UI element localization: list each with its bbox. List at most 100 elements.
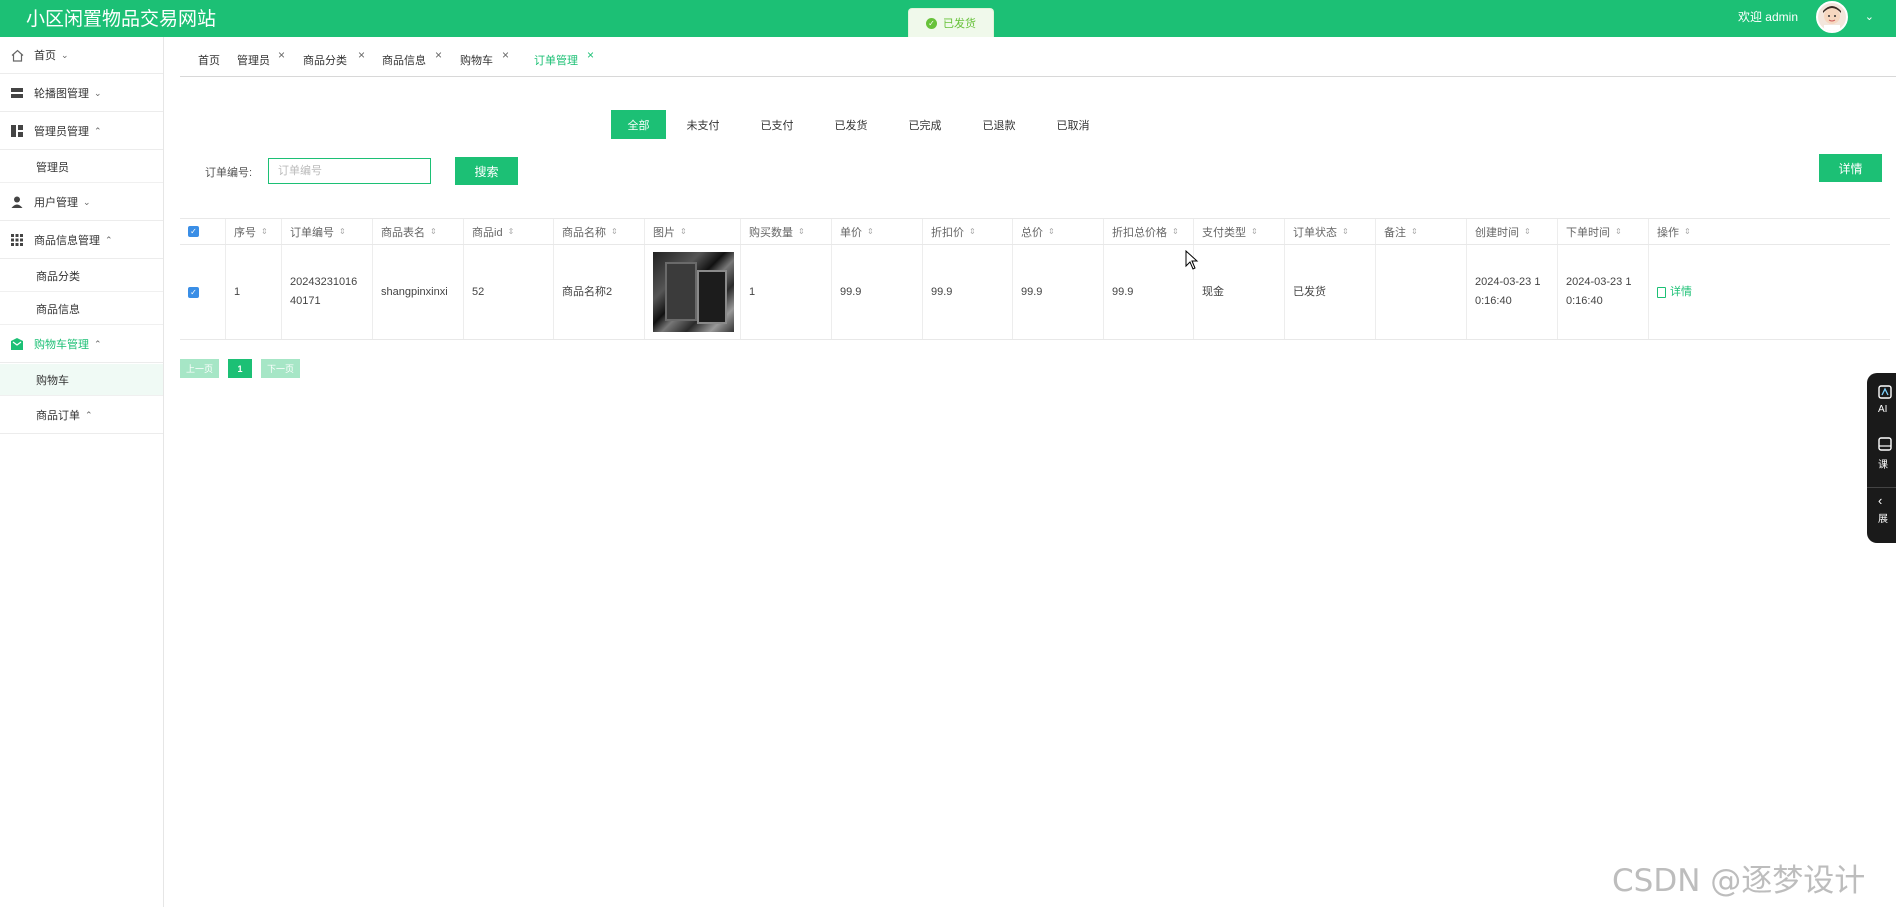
column-header[interactable]: 商品id ⇕ bbox=[463, 219, 553, 244]
expand-tool-label: 展 bbox=[1878, 514, 1888, 525]
course-tool-button[interactable]: 课 bbox=[1878, 437, 1896, 471]
column-header[interactable]: 折扣总价格 ⇕ bbox=[1103, 219, 1193, 244]
status-tab-cancelled[interactable]: 已取消 bbox=[1036, 110, 1110, 139]
column-header[interactable]: 下单时间 ⇕ bbox=[1557, 219, 1648, 244]
table-row[interactable]: ✓ 1 20243231016 40171 shangpinxinxi 52 商… bbox=[180, 245, 1890, 340]
sidebar-item-label: 购物车管理 bbox=[34, 339, 89, 351]
sidebar-subitem-cart[interactable]: 购物车 bbox=[0, 364, 163, 396]
select-all-checkbox[interactable]: ✓ bbox=[188, 226, 199, 237]
column-header[interactable]: 订单状态 ⇕ bbox=[1284, 219, 1375, 244]
status-tab-completed[interactable]: 已完成 bbox=[888, 110, 962, 139]
tab-goods-category[interactable]: 商品分类 × bbox=[303, 48, 365, 68]
sort-icon[interactable]: ⇕ bbox=[261, 227, 268, 236]
sort-icon[interactable]: ⇕ bbox=[611, 227, 618, 236]
sort-icon[interactable]: ⇕ bbox=[508, 227, 515, 236]
column-header[interactable]: 折扣价 ⇕ bbox=[922, 219, 1012, 244]
tab-order-manage[interactable]: 订单管理 × bbox=[534, 48, 594, 68]
row-checkbox[interactable]: ✓ bbox=[188, 286, 199, 298]
sort-icon[interactable]: ⇕ bbox=[430, 227, 437, 236]
chevron-down-icon[interactable]: ⌄ bbox=[1865, 10, 1874, 23]
column-header[interactable]: 订单编号 ⇕ bbox=[281, 219, 372, 244]
sidebar-item-goods-order[interactable]: 商品订单 ⌃ bbox=[0, 397, 163, 434]
column-header[interactable]: 序号 ⇕ bbox=[225, 219, 281, 244]
sidebar-item-goods-manage[interactable]: 商品信息管理 ⌃ bbox=[0, 222, 163, 259]
close-icon[interactable]: × bbox=[278, 48, 285, 62]
sidebar-item-user-manage[interactable]: 用户管理 ⌄ bbox=[0, 184, 163, 221]
book-icon bbox=[1878, 437, 1892, 451]
column-header[interactable]: 商品表名 ⇕ bbox=[372, 219, 463, 244]
close-icon[interactable]: × bbox=[435, 48, 442, 62]
order-no-input[interactable] bbox=[268, 158, 431, 184]
page-number-button[interactable]: 1 bbox=[228, 359, 252, 378]
status-tab-all[interactable]: 全部 bbox=[611, 110, 666, 139]
column-header[interactable]: 单价 ⇕ bbox=[831, 219, 922, 244]
sort-icon[interactable]: ⇕ bbox=[1251, 227, 1258, 236]
detail-button[interactable]: 详情 bbox=[1819, 154, 1882, 182]
sort-icon[interactable]: ⇕ bbox=[1411, 227, 1418, 236]
tab-goods-info[interactable]: 商品信息 × bbox=[382, 48, 442, 68]
cell-quantity: 1 bbox=[740, 245, 831, 339]
status-tab-shipped[interactable]: 已发货 bbox=[814, 110, 888, 139]
sidebar-item-label: 商品信息管理 bbox=[34, 235, 100, 247]
chevron-down-icon: ⌄ bbox=[83, 196, 91, 207]
check-circle-icon: ✓ bbox=[926, 17, 937, 29]
next-page-button[interactable]: 下一页 bbox=[261, 359, 300, 378]
search-button[interactable]: 搜索 bbox=[455, 157, 518, 185]
column-header[interactable]: 操作 ⇕ bbox=[1648, 219, 1890, 244]
tab-label: 首页 bbox=[198, 55, 220, 67]
column-header[interactable]: 备注 ⇕ bbox=[1375, 219, 1466, 244]
status-tab-paid[interactable]: 已支付 bbox=[740, 110, 814, 139]
sort-icon[interactable]: ⇕ bbox=[1342, 227, 1349, 236]
header-label: 折扣价 bbox=[931, 226, 964, 239]
time-line: 0:16:40 bbox=[1566, 295, 1603, 307]
sidebar-item-home[interactable]: 首页 ⌄ bbox=[0, 37, 163, 74]
prev-page-button[interactable]: 上一页 bbox=[180, 359, 219, 378]
sidebar-subitem-admin[interactable]: 管理员 bbox=[0, 151, 163, 183]
header-label: 备注 bbox=[1384, 226, 1406, 239]
column-header[interactable]: 支付类型 ⇕ bbox=[1193, 219, 1284, 244]
time-line: 2024-03-23 1 bbox=[1475, 276, 1541, 288]
sidebar-subitem-goods-category[interactable]: 商品分类 bbox=[0, 260, 163, 292]
expand-tool-button[interactable]: ‹ 展 bbox=[1878, 493, 1896, 525]
close-icon[interactable]: × bbox=[358, 48, 365, 62]
sidebar-subitem-goods-info[interactable]: 商品信息 bbox=[0, 293, 163, 325]
cell-order-no: 20243231016 40171 bbox=[281, 245, 372, 339]
goods-image[interactable] bbox=[653, 252, 734, 332]
ai-tool-button[interactable]: AI bbox=[1878, 385, 1896, 415]
sort-icon[interactable]: ⇕ bbox=[798, 227, 805, 236]
sort-icon[interactable]: ⇕ bbox=[1048, 227, 1055, 236]
sidebar-item-admin-manage[interactable]: 管理员管理 ⌃ bbox=[0, 113, 163, 150]
toast-text: 已发货 bbox=[943, 18, 976, 30]
column-header[interactable]: 购买数量 ⇕ bbox=[740, 219, 831, 244]
divider bbox=[1867, 487, 1896, 488]
column-header[interactable]: 创建时间 ⇕ bbox=[1466, 219, 1557, 244]
sort-icon[interactable]: ⇕ bbox=[867, 227, 874, 236]
status-tab-unpaid[interactable]: 未支付 bbox=[666, 110, 740, 139]
chevron-up-icon: ⌃ bbox=[105, 234, 113, 245]
sort-icon[interactable]: ⇕ bbox=[1684, 227, 1691, 236]
column-header[interactable]: 商品名称 ⇕ bbox=[553, 219, 644, 244]
sort-icon[interactable]: ⇕ bbox=[1172, 227, 1179, 236]
floating-tool-panel: AI 课 ‹ 展 bbox=[1867, 373, 1896, 543]
tab-admin[interactable]: 管理员 × bbox=[237, 48, 285, 68]
tab-label: 订单管理 bbox=[534, 55, 578, 67]
column-header[interactable]: 总价 ⇕ bbox=[1012, 219, 1103, 244]
sort-icon[interactable]: ⇕ bbox=[339, 227, 346, 236]
sidebar-item-carousel[interactable]: 轮播图管理 ⌄ bbox=[0, 75, 163, 112]
close-icon[interactable]: × bbox=[502, 48, 509, 62]
tab-home[interactable]: 首页 bbox=[198, 52, 220, 68]
sort-icon[interactable]: ⇕ bbox=[1524, 227, 1531, 236]
status-tab-refunded[interactable]: 已退款 bbox=[962, 110, 1036, 139]
sort-icon[interactable]: ⇕ bbox=[680, 227, 687, 236]
order-no-line: 40171 bbox=[290, 295, 321, 307]
tab-cart[interactable]: 购物车 × bbox=[460, 48, 509, 68]
avatar[interactable] bbox=[1816, 1, 1848, 33]
sort-icon[interactable]: ⇕ bbox=[1615, 227, 1622, 236]
site-title: 小区闲置物品交易网站 bbox=[26, 9, 217, 30]
sort-icon[interactable]: ⇕ bbox=[969, 227, 976, 236]
column-header[interactable]: 图片 ⇕ bbox=[644, 219, 740, 244]
row-detail-link[interactable]: 详情 bbox=[1657, 283, 1692, 302]
success-toast: ✓ 已发货 bbox=[908, 8, 994, 37]
sidebar-item-cart-manage[interactable]: 购物车管理 ⌃ bbox=[0, 326, 163, 363]
close-icon[interactable]: × bbox=[587, 48, 594, 62]
